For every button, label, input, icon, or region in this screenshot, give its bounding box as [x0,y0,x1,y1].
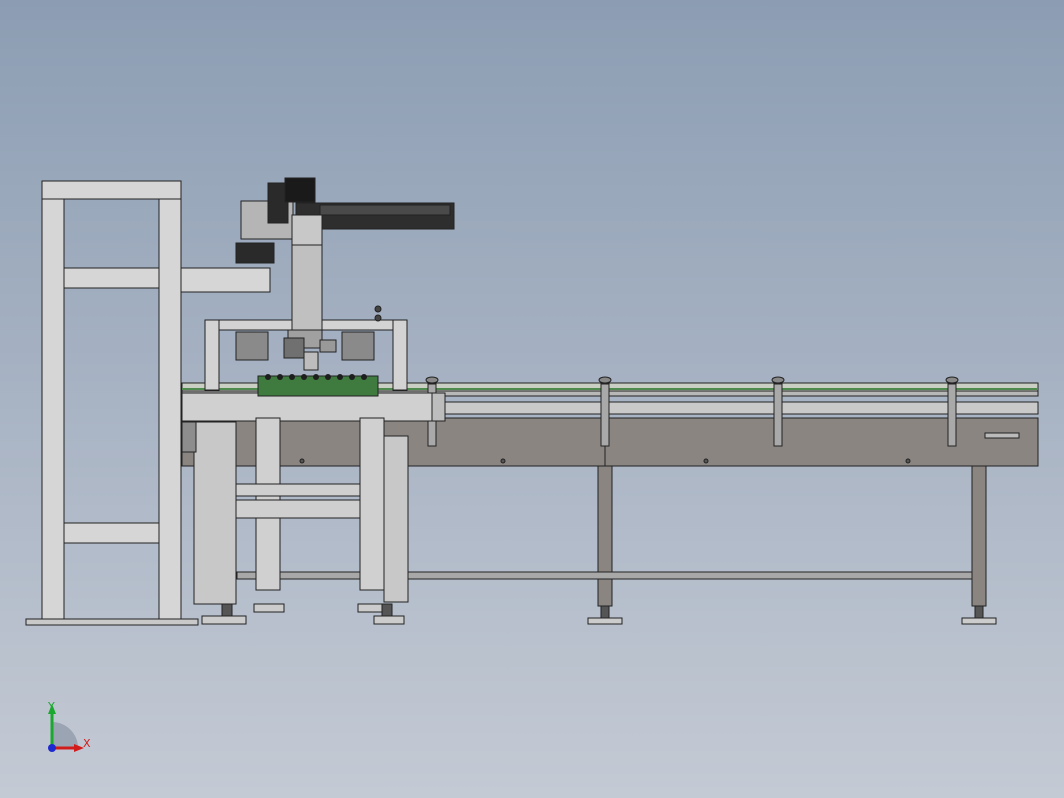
y-axis-label: Y [47,700,55,713]
x-axis-label: X [83,737,91,750]
coordinate-triad: Y X [47,700,91,752]
cad-viewport[interactable]: Y X [0,0,1064,798]
z-axis-dot [48,744,56,752]
fixture-tray [257,374,379,397]
assembly-drawing[interactable]: Y X [0,0,1064,798]
